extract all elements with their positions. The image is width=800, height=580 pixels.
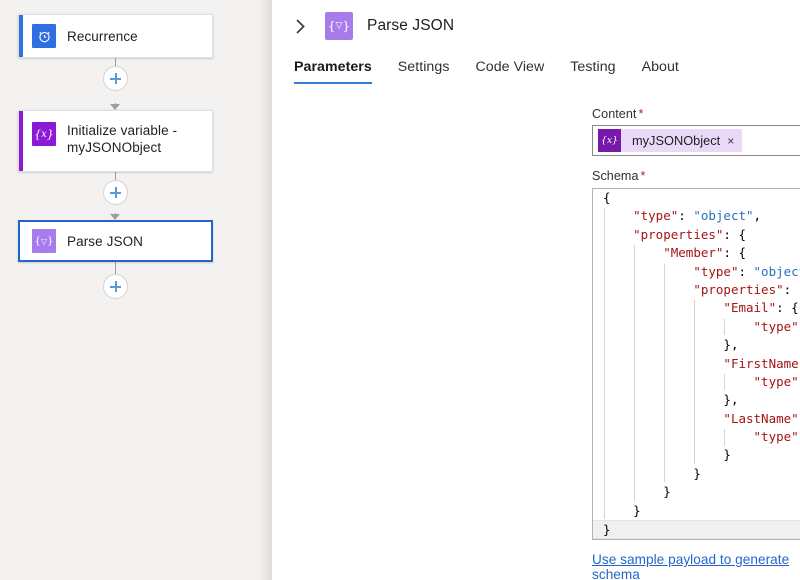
- editor-horizontal-scrollbar-track[interactable]: [593, 511, 800, 518]
- panel-header: {▽} Parse JSON: [272, 0, 800, 52]
- schema-code-lines[interactable]: { "type": "object", "properties": { "Mem…: [593, 189, 800, 540]
- tab-code-view[interactable]: Code View: [462, 55, 557, 86]
- tab-testing[interactable]: Testing: [557, 55, 628, 86]
- tab-label: Settings: [398, 59, 450, 75]
- code-line: "properties": {: [593, 281, 800, 299]
- required-marker: *: [636, 107, 643, 121]
- code-line: "Email": {: [593, 299, 800, 317]
- content-label-text: Content: [592, 107, 636, 121]
- code-line: }: [593, 465, 800, 483]
- workflow-node-recurrence[interactable]: Recurrence: [18, 14, 213, 58]
- tab-parameters[interactable]: Parameters: [292, 55, 385, 86]
- schema-code-editor[interactable]: { "type": "object", "properties": { "Mem…: [592, 188, 800, 540]
- variable-braces-icon: {x}: [598, 129, 621, 152]
- use-sample-payload-link[interactable]: Use sample payload to generate schema: [592, 552, 800, 580]
- tab-about[interactable]: About: [629, 55, 692, 86]
- page-title: Parse JSON: [367, 17, 454, 35]
- workflow-node-initialize-variable[interactable]: {x} Initialize variable - myJSONObject: [18, 110, 213, 172]
- code-line: "type": "string": [593, 428, 800, 446]
- code-line: "type": "object",: [593, 263, 800, 281]
- content-field-label: Content*: [592, 107, 643, 121]
- code-line: "Member": {: [593, 244, 800, 262]
- logic-app-designer: Recurrence {x} Initialize variable - myJ…: [0, 0, 800, 580]
- add-step-after-parse[interactable]: [103, 274, 128, 299]
- token-label: myJSONObject: [621, 133, 726, 148]
- node-accent-bar: [19, 111, 23, 171]
- code-line: "properties": {: [593, 226, 800, 244]
- schema-label-text: Schema: [592, 169, 639, 183]
- panel-tabs: Parameters Settings Code View Testing Ab…: [292, 55, 692, 86]
- node-label: Recurrence: [67, 28, 138, 45]
- add-step-between-recurrence-and-initialize[interactable]: [103, 66, 128, 91]
- code-line: "LastName": {: [593, 410, 800, 428]
- workflow-canvas[interactable]: Recurrence {x} Initialize variable - myJ…: [0, 0, 272, 580]
- tab-label: About: [642, 59, 679, 75]
- code-line: "FirstName": {: [593, 355, 800, 373]
- code-line: "type": "string": [593, 373, 800, 391]
- token-chip-myjsonobject[interactable]: {x} myJSONObject ×: [598, 129, 742, 152]
- remove-token-icon[interactable]: ×: [726, 134, 742, 148]
- content-input[interactable]: {x} myJSONObject ×: [592, 125, 800, 156]
- code-line: }: [593, 520, 800, 539]
- panel-edge-shadow: [258, 0, 272, 580]
- code-line: }: [593, 483, 800, 501]
- code-line: },: [593, 391, 800, 409]
- tab-label: Parameters: [294, 59, 372, 75]
- parse-json-braces-icon: {▽}: [325, 12, 353, 40]
- node-label: Initialize variable - myJSONObject: [67, 122, 204, 156]
- workflow-node-parse-json[interactable]: {▽} Parse JSON: [18, 220, 213, 262]
- parse-json-braces-icon: {▽}: [32, 229, 56, 253]
- chevron-right-icon[interactable]: [292, 16, 308, 36]
- alarm-clock-icon: [32, 24, 56, 48]
- code-line: "type": "object",: [593, 207, 800, 225]
- tab-label: Code View: [475, 59, 544, 75]
- required-marker: *: [639, 169, 646, 183]
- schema-field-label: Schema*: [592, 169, 645, 183]
- code-line: }: [593, 446, 800, 464]
- action-details-panel: {▽} Parse JSON Parameters Settings Code …: [272, 0, 800, 580]
- tab-label: Testing: [570, 59, 615, 75]
- code-line: {: [593, 189, 800, 207]
- add-step-between-initialize-and-parse[interactable]: [103, 180, 128, 205]
- code-line: "type": "string": [593, 318, 800, 336]
- node-accent-bar: [19, 15, 23, 57]
- variable-braces-icon: {x}: [32, 122, 56, 146]
- node-label: Parse JSON: [67, 233, 143, 250]
- code-line: },: [593, 336, 800, 354]
- tab-settings[interactable]: Settings: [385, 55, 463, 86]
